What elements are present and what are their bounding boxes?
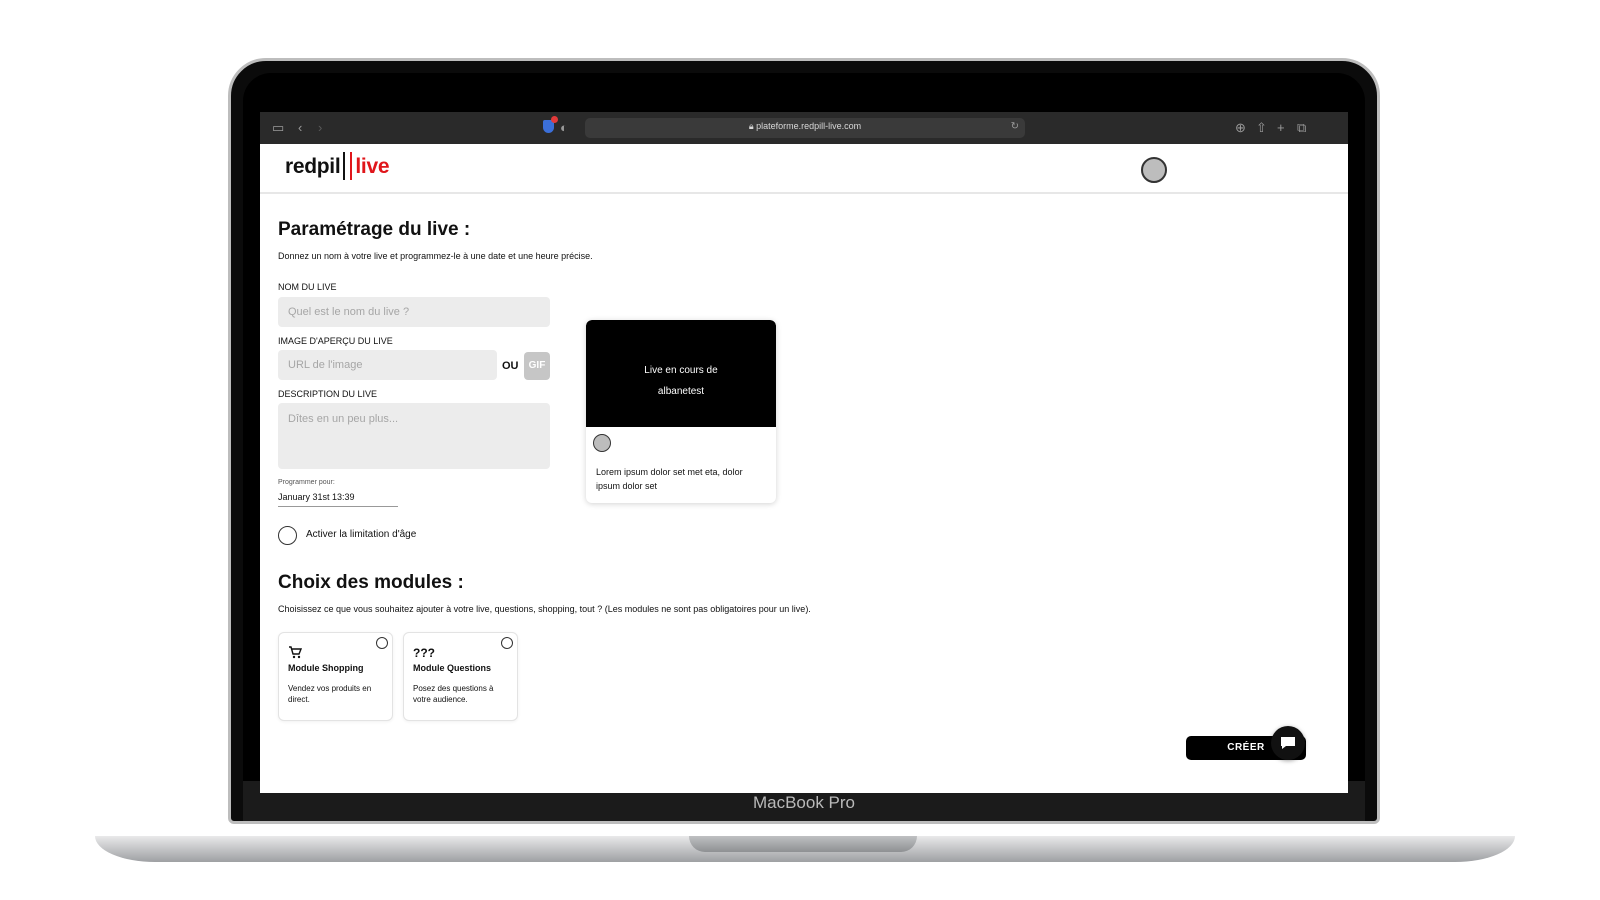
question-marks-icon: ??? (413, 646, 435, 660)
setup-title: Paramétrage du live : (278, 219, 471, 240)
screen: ▭ ‹ › ◐ 🔒︎ plateforme.redpill-live.com ↻… (260, 112, 1348, 793)
modules-title: Choix des modules : (278, 572, 464, 593)
new-tab-icon[interactable]: + (1277, 120, 1285, 136)
preview-avatar (593, 434, 611, 452)
chat-bubble-icon (1281, 737, 1295, 749)
age-limit-radio[interactable] (278, 526, 297, 545)
module-questions-card[interactable]: ??? Module Questions Posez des questions… (403, 632, 518, 721)
module-shopping-desc: Vendez vos produits en direct. (288, 684, 372, 704)
gif-button[interactable]: GIF (524, 352, 550, 380)
image-label: IMAGE D'APERÇU DU LIVE (278, 336, 393, 346)
address-bar[interactable]: 🔒︎ plateforme.redpill-live.com ↻ (585, 118, 1025, 138)
module-shopping-radio[interactable] (376, 637, 388, 649)
live-preview-card: Live en cours de albanetest Lorem ipsum … (586, 320, 776, 503)
logo-text-part2: live (355, 155, 390, 178)
schedule-label: Programmer pour: (278, 479, 335, 486)
description-label: DESCRIPTION DU LIVE (278, 389, 378, 399)
preview-thumbnail: Live en cours de albanetest (586, 320, 776, 427)
image-url-input[interactable] (278, 350, 497, 380)
modules-subtitle: Choisissez ce que vous souhaitez ajouter… (278, 604, 811, 614)
sidebar-toggle-icon[interactable]: ▭ (272, 120, 284, 136)
module-questions-desc: Posez des questions à votre audience. (413, 684, 494, 704)
cart-icon (288, 646, 303, 662)
schedule-date-input[interactable]: January 31st 13:39 (278, 492, 398, 507)
module-shopping-card[interactable]: Module Shopping Vendez vos produits en d… (278, 632, 393, 721)
or-label: OU (502, 360, 519, 372)
logo-text-part1: redpil (285, 155, 341, 178)
live-name-input[interactable] (278, 297, 550, 327)
notification-dot (551, 116, 558, 123)
app-header: redpil live (260, 144, 1348, 194)
redpill-logo[interactable]: redpil live (285, 152, 390, 180)
description-input[interactable] (278, 403, 550, 469)
preview-title-line1: Live en cours de (644, 365, 718, 376)
logo-bars (343, 152, 353, 180)
chat-button[interactable] (1271, 726, 1305, 760)
module-questions-title: Module Questions (413, 663, 492, 673)
age-limit-label: Activer la limitation d'âge (306, 529, 417, 540)
module-shopping-title: Module Shopping (288, 663, 364, 673)
user-avatar[interactable] (1141, 157, 1167, 183)
laptop-notch (689, 836, 917, 852)
privacy-icon[interactable]: ◐ (560, 120, 568, 136)
module-questions-radio[interactable] (501, 637, 513, 649)
preview-title-line2: albanetest (657, 386, 705, 397)
forward-icon[interactable]: › (318, 120, 322, 136)
browser-toolbar: ▭ ‹ › ◐ 🔒︎ plateforme.redpill-live.com ↻… (260, 112, 1348, 144)
device-label: MacBook Pro (752, 793, 856, 812)
tabs-overview-icon[interactable]: ⧉ (1297, 120, 1306, 136)
download-icon[interactable]: ⊕ (1235, 120, 1246, 136)
reload-icon[interactable]: ↻ (1011, 121, 1019, 132)
url-text: plateforme.redpill-live.com (756, 121, 862, 131)
setup-subtitle: Donnez un nom à votre live et programmez… (278, 251, 593, 261)
preview-description: Lorem ipsum dolor set met eta, dolor ips… (596, 467, 743, 491)
name-label: NOM DU LIVE (278, 282, 337, 292)
back-icon[interactable]: ‹ (298, 120, 302, 136)
share-icon[interactable]: ⇧ (1256, 120, 1267, 136)
